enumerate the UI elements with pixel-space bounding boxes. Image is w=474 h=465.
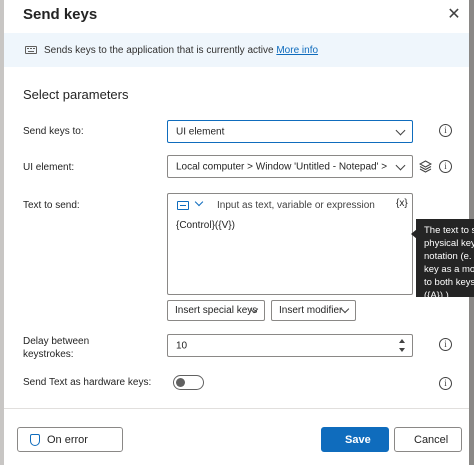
footer-divider	[4, 408, 469, 409]
cancel-button[interactable]: Cancel	[394, 427, 462, 452]
ui-element-label: UI element:	[23, 162, 75, 173]
insert-modifier-button[interactable]: Insert modifier	[271, 300, 356, 321]
ui-element-info-icon[interactable]: i	[439, 160, 452, 173]
tooltip-line: The text to s	[424, 225, 474, 236]
layers-icon[interactable]	[419, 160, 432, 173]
insert-modifier-label: Insert modifier	[279, 305, 343, 316]
chevron-down-icon	[395, 160, 406, 171]
chevron-down-icon[interactable]	[194, 197, 204, 207]
left-panel-edge	[0, 0, 4, 465]
send-keys-to-info-icon[interactable]: i	[439, 124, 452, 137]
info-text: Sends keys to the application that is cu…	[44, 45, 319, 56]
shield-icon	[30, 434, 40, 446]
hardware-keys-toggle[interactable]	[173, 375, 204, 390]
insert-variable-button[interactable]: {x}	[396, 198, 408, 209]
dialog-title: Send keys	[23, 6, 98, 23]
text-to-send-label: Text to send:	[23, 200, 80, 211]
keyboard-icon	[25, 46, 37, 54]
delay-info-icon[interactable]: i	[439, 338, 452, 351]
increment-icon[interactable]	[399, 339, 405, 343]
hardware-keys-label: Send Text as hardware keys:	[23, 377, 152, 388]
delay-label: Delay between keystrokes:	[23, 335, 89, 361]
delay-input[interactable]: 10	[167, 334, 413, 357]
text-to-send-tooltip: The text to s physical key notation (e. …	[416, 219, 474, 297]
send-keys-to-dropdown[interactable]: UI element	[167, 120, 413, 143]
send-keys-to-label: Send keys to:	[23, 126, 84, 137]
text-to-send-input[interactable]: Input as text, variable or expression {x…	[167, 193, 413, 295]
delay-label-line2: keystrokes:	[23, 349, 74, 360]
delay-value[interactable]: 10	[176, 340, 187, 351]
tooltip-line: notation (e.	[424, 251, 472, 262]
tooltip-line: key as a mo	[424, 264, 474, 275]
delay-label-line1: Delay between	[23, 336, 90, 347]
section-title: Select parameters	[23, 87, 129, 102]
save-label: Save	[345, 433, 371, 446]
save-button[interactable]: Save	[321, 427, 389, 452]
more-info-link[interactable]: More info	[276, 45, 318, 56]
insert-special-keys-button[interactable]: Insert special keys	[167, 300, 265, 321]
info-banner: Sends keys to the application that is cu…	[4, 33, 469, 67]
tooltip-line: physical key	[424, 238, 474, 249]
tooltip-line: to both keys	[424, 277, 474, 288]
hardware-keys-info-icon[interactable]: i	[439, 377, 452, 390]
tooltip-line: ({A}) ).	[424, 290, 452, 297]
insert-special-keys-label: Insert special keys	[175, 305, 258, 316]
chevron-down-icon	[395, 125, 406, 136]
cancel-label: Cancel	[414, 433, 449, 446]
text-to-send-value[interactable]: {Control}({V})	[176, 220, 235, 231]
on-error-button[interactable]: On error	[17, 427, 123, 452]
close-button[interactable]: ✕	[443, 4, 465, 26]
text-mode-icon[interactable]	[177, 201, 189, 210]
ui-element-dropdown[interactable]: Local computer > Window 'Untitled - Note…	[167, 155, 413, 178]
decrement-icon[interactable]	[399, 348, 405, 352]
toggle-knob	[176, 378, 185, 387]
text-to-send-placeholder: Input as text, variable or expression	[217, 200, 375, 211]
send-keys-to-value: UI element	[176, 126, 225, 137]
on-error-label: On error	[47, 433, 88, 446]
ui-element-value: Local computer > Window 'Untitled - Note…	[176, 161, 390, 172]
